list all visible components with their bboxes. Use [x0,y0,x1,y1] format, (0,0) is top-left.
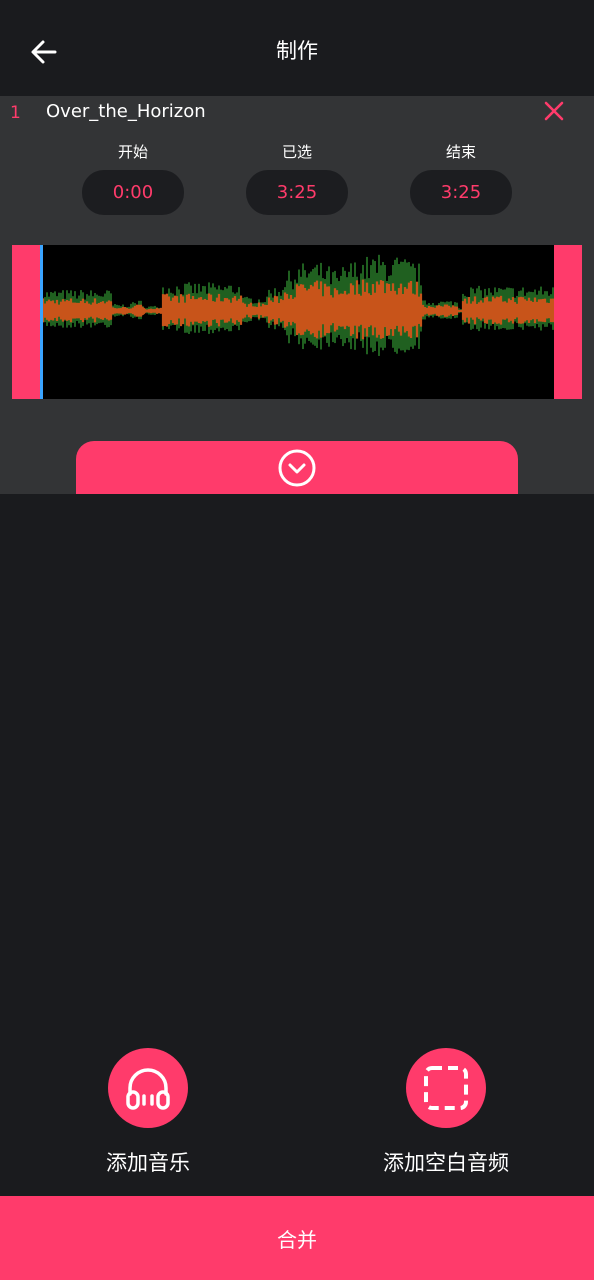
selected-time-group: 已选 3:25 [246,140,348,215]
selected-time-label: 已选 [281,143,312,161]
add-blank-audio-button[interactable] [406,1048,486,1128]
track-index: 1 [10,103,21,123]
merge-label: 合并 [277,1227,317,1252]
add-blank-audio-action: 添加空白音频 [336,1048,556,1178]
close-icon [544,101,564,121]
track-card: 1 Over_the_Horizon 开始 0:00 已选 3:25 结束 3:… [0,96,594,494]
add-music-label[interactable]: 添加音乐 [38,1148,258,1178]
end-time-group: 结束 3:25 [410,140,512,215]
waveform[interactable] [12,245,582,399]
page-title: 制作 [276,39,318,63]
end-time-value[interactable]: 3:25 [410,170,512,215]
selected-time-value[interactable]: 3:25 [246,170,348,215]
merge-button[interactable]: 合并 [0,1196,594,1280]
editor-screen: 制作 1 Over_the_Horizon 开始 0:00 已选 3:25 结束… [0,0,594,1280]
add-music-button[interactable] [108,1048,188,1128]
add-blank-audio-label[interactable]: 添加空白音频 [336,1148,556,1178]
start-time-label: 开始 [117,143,148,161]
trim-start-handle[interactable] [12,245,40,399]
headphones-icon [126,1068,170,1110]
dashed-square-icon [424,1066,468,1110]
start-time-value[interactable]: 0:00 [82,170,184,215]
remove-track-button[interactable] [538,96,570,126]
playhead[interactable] [40,245,43,399]
chevron-down-circle-icon [278,449,316,486]
start-time-group: 开始 0:00 [82,140,184,215]
track-name: Over_the_Horizon [46,101,206,122]
trim-end-handle[interactable] [554,245,582,399]
end-time-label: 结束 [445,143,476,161]
add-music-action: 添加音乐 [38,1048,258,1178]
waveform-graphic [43,254,554,356]
waveform-blob [132,306,146,316]
expand-button[interactable] [76,441,518,494]
app-header: 制作 [0,0,594,96]
